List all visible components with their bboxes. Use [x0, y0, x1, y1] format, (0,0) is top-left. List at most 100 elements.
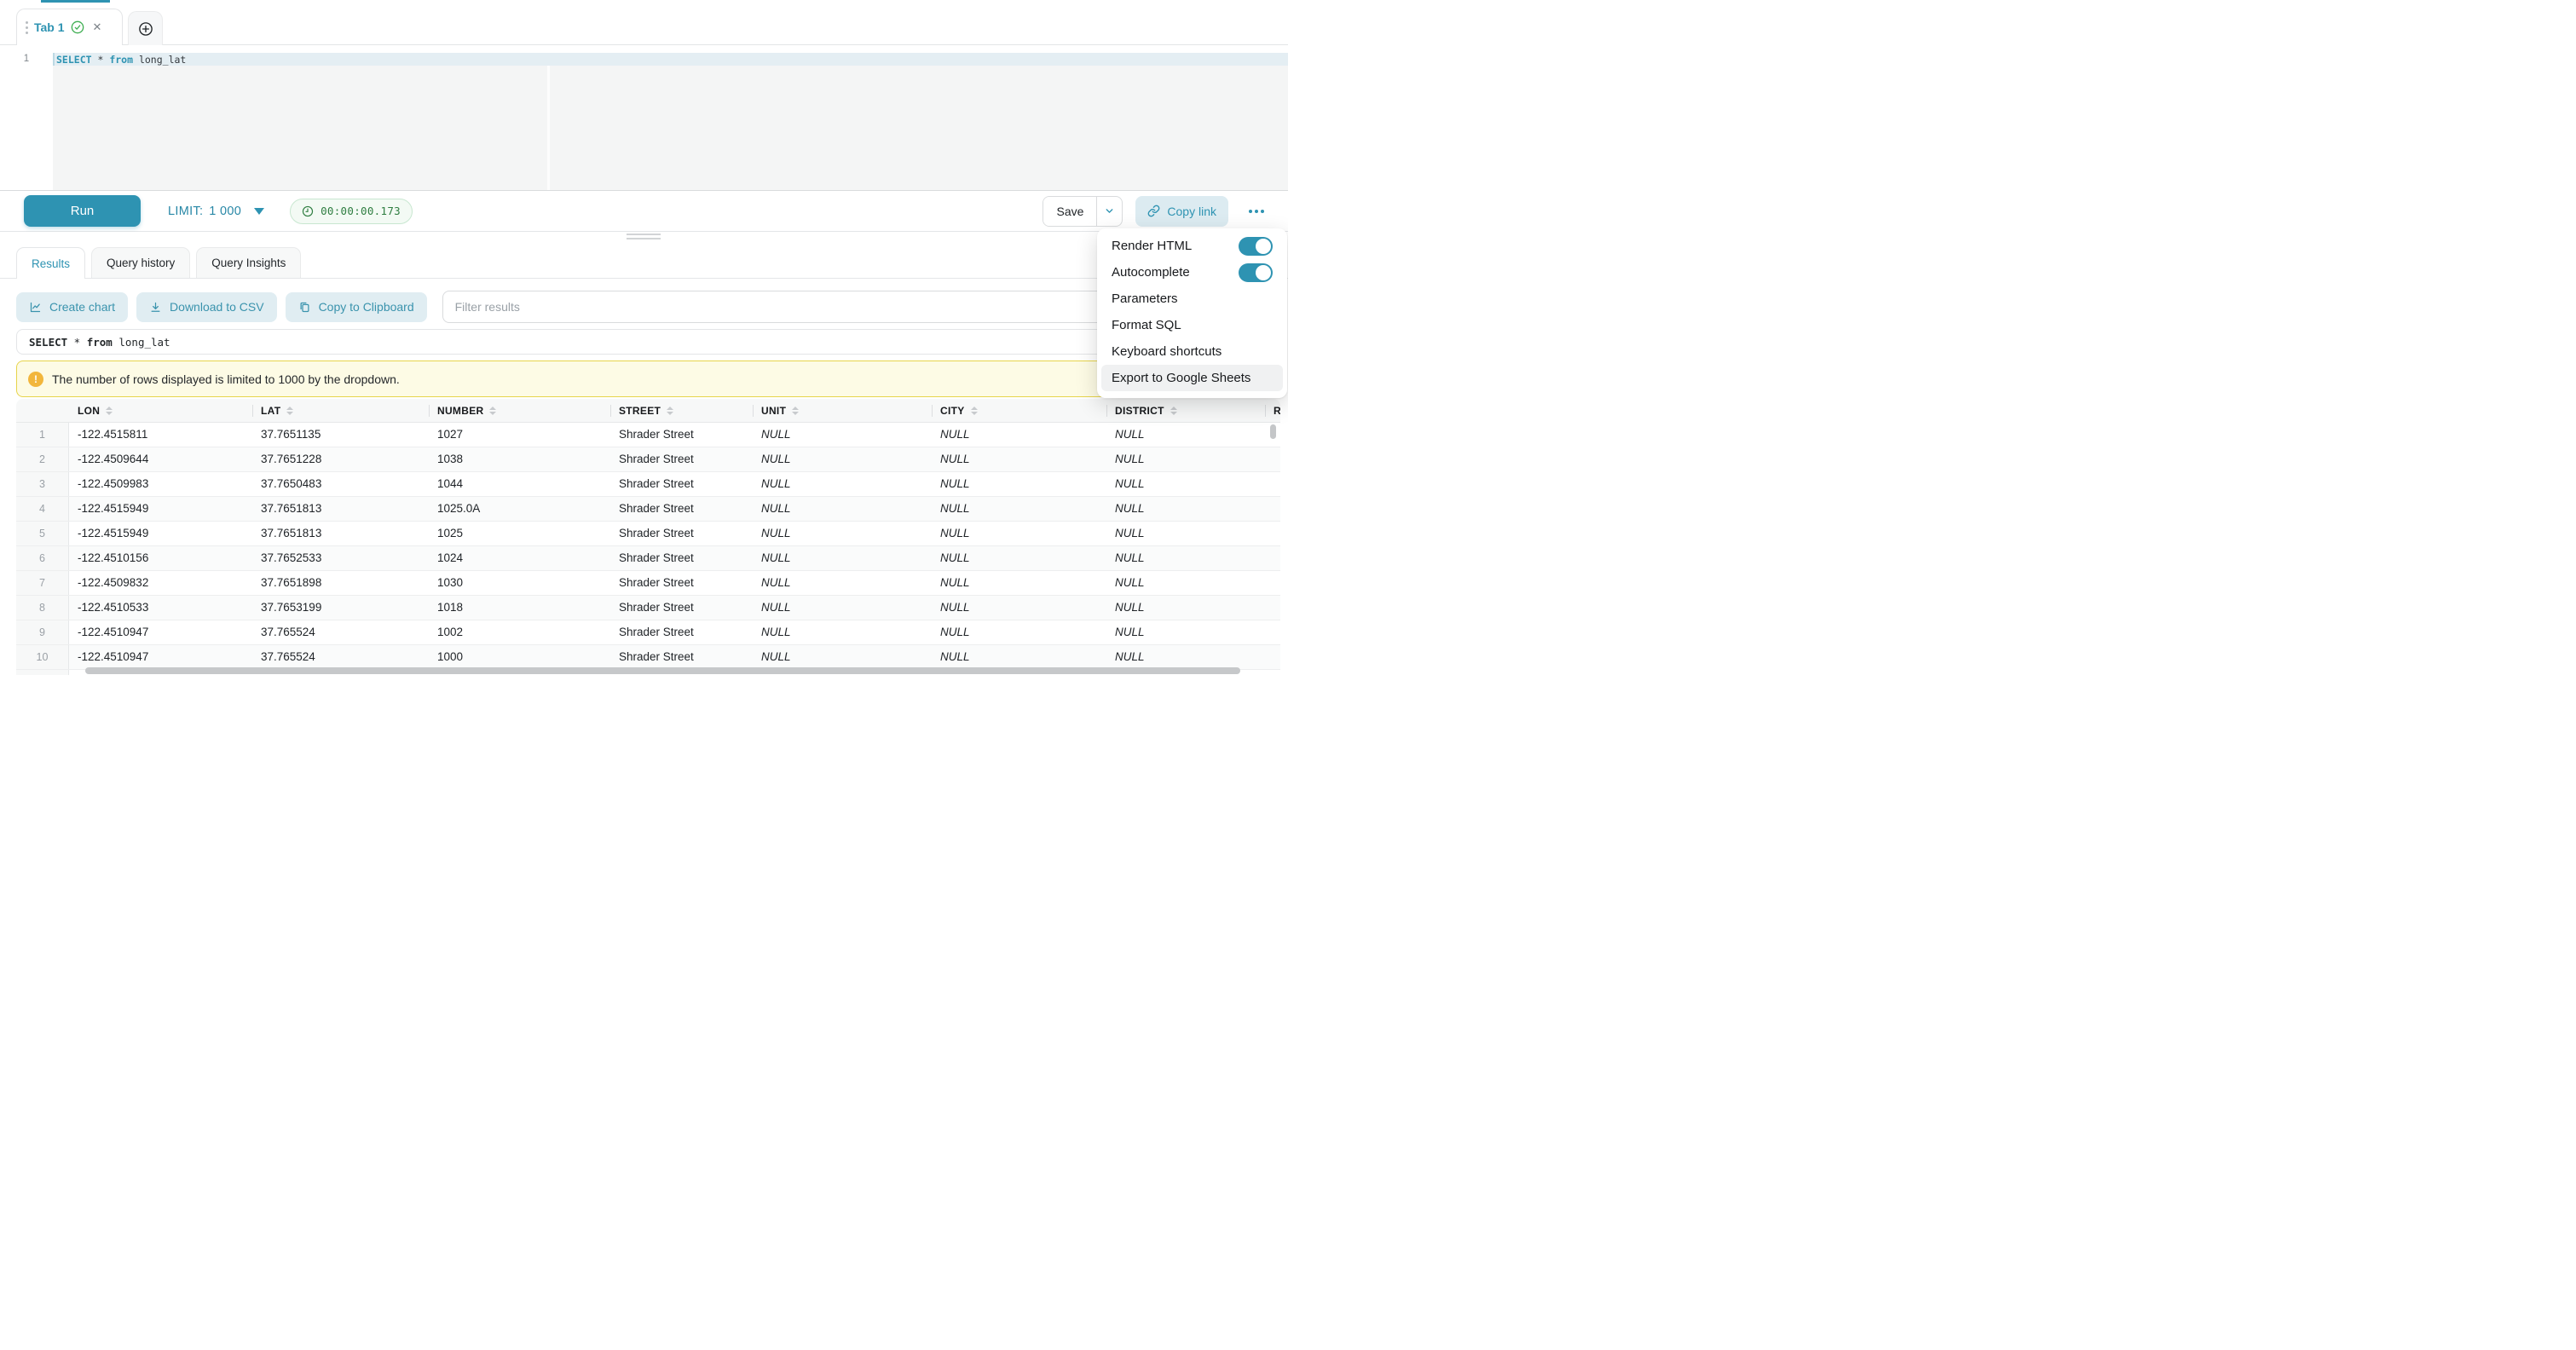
warning-text: The number of rows displayed is limited …	[52, 372, 400, 386]
table-cell: NULL	[932, 620, 1106, 644]
line-number: 1	[0, 53, 53, 66]
table-cell: NULL	[1106, 546, 1265, 570]
menu-item-keyboard-shortcuts[interactable]: Keyboard shortcuts	[1101, 338, 1283, 365]
copy-clipboard-button[interactable]: Copy to Clipboard	[286, 292, 427, 322]
drag-dots-icon[interactable]	[26, 21, 28, 34]
menu-item-autocomplete[interactable]: Autocomplete	[1101, 259, 1283, 286]
table-cell: Shrader Street	[610, 522, 753, 545]
table-cell: Shrader Street	[610, 447, 753, 471]
elapsed-time-badge: 00:00:00.173	[290, 199, 413, 224]
column-header-city[interactable]: CITY	[932, 399, 1106, 422]
row-number: 3	[16, 472, 69, 496]
run-button[interactable]: Run	[24, 195, 141, 227]
table-cell: NULL	[1106, 497, 1265, 521]
table-cell: Shrader Street	[610, 497, 753, 521]
chevron-down-icon	[1104, 205, 1115, 216]
options-menu: Render HTML Autocomplete Parameters Form…	[1097, 228, 1287, 398]
copy-icon	[298, 301, 311, 314]
table-cell: 37.765524	[252, 645, 429, 669]
table-cell: 37.7652533	[252, 546, 429, 570]
table-cell: 1025.0A	[429, 497, 610, 521]
create-chart-label: Create chart	[49, 300, 115, 314]
table-cell: -122.4515949	[69, 522, 252, 545]
new-tab-button[interactable]	[128, 11, 163, 45]
table-cell: -122.4510947	[69, 620, 252, 644]
table-cell: 37.7651813	[252, 497, 429, 521]
table-cell: NULL	[753, 571, 932, 595]
tab-1[interactable]: Tab 1 ✕	[16, 9, 123, 45]
render-html-toggle[interactable]	[1239, 237, 1273, 256]
table-cell: NULL	[932, 571, 1106, 595]
more-options-button[interactable]	[1244, 203, 1269, 220]
table-cell: 37.7651135	[252, 423, 429, 447]
table-cell: NULL	[932, 497, 1106, 521]
row-number: 4	[16, 497, 69, 521]
tab-query-insights[interactable]: Query Insights	[196, 247, 301, 278]
editor-empty-area[interactable]	[53, 66, 1288, 190]
menu-item-render-html[interactable]: Render HTML	[1101, 233, 1283, 259]
menu-item-format-sql[interactable]: Format SQL	[1101, 312, 1283, 338]
table-cell: 37.7651228	[252, 447, 429, 471]
column-header-lon[interactable]: LON	[69, 399, 252, 422]
table-cell: NULL	[753, 645, 932, 669]
download-icon	[149, 301, 162, 314]
menu-item-parameters[interactable]: Parameters	[1101, 286, 1283, 312]
create-chart-button[interactable]: Create chart	[16, 292, 128, 322]
close-tab-icon[interactable]: ✕	[93, 20, 102, 34]
row-number: 9	[16, 620, 69, 644]
row-number: 6	[16, 546, 69, 570]
autocomplete-toggle[interactable]	[1239, 263, 1273, 282]
table-cell: 37.7651813	[252, 522, 429, 545]
sql-text: *	[67, 336, 87, 349]
table-cell: NULL	[1106, 596, 1265, 620]
table-cell: NULL	[932, 472, 1106, 496]
clock-icon	[302, 205, 314, 217]
limit-dropdown[interactable]: LIMIT: 1 000	[168, 205, 264, 218]
column-header-lat[interactable]: LAT	[252, 399, 429, 422]
table-cell: Shrader Street	[610, 571, 753, 595]
sql-editor: 1 SELECT * from long_lat	[0, 45, 1288, 191]
table-row: 4-122.451594937.76518131025.0AShrader St…	[16, 497, 1280, 522]
sql-text: long_lat	[133, 54, 186, 66]
table-row: 3-122.450998337.76504831044Shrader Stree…	[16, 472, 1280, 497]
sql-keyword: from	[109, 54, 133, 66]
vertical-scrollbar-thumb[interactable]	[1270, 424, 1276, 439]
table-cell: 1000	[429, 645, 610, 669]
column-header-region[interactable]: RE	[1265, 399, 1280, 422]
table-cell: NULL	[1106, 571, 1265, 595]
row-number: 2	[16, 447, 69, 471]
table-cell: Shrader Street	[610, 596, 753, 620]
table-cell: 1030	[429, 571, 610, 595]
horizontal-scrollbar-thumb[interactable]	[85, 667, 1240, 674]
sort-icon	[667, 407, 673, 415]
row-number: 7	[16, 571, 69, 595]
column-header-number[interactable]: NUMBER	[429, 399, 610, 422]
tab-results[interactable]: Results	[16, 247, 85, 279]
table-cell: NULL	[932, 522, 1106, 545]
save-split-button: Save	[1043, 196, 1123, 227]
tab-query-history[interactable]: Query history	[91, 247, 190, 278]
row-number: 1	[16, 423, 69, 447]
table-cell: Shrader Street	[610, 423, 753, 447]
column-header-unit[interactable]: UNIT	[753, 399, 932, 422]
top-accent-bar	[41, 0, 110, 3]
pane-resize-handle[interactable]	[627, 234, 661, 242]
save-options-chevron[interactable]	[1096, 197, 1122, 226]
download-csv-button[interactable]: Download to CSV	[136, 292, 277, 322]
copy-link-button[interactable]: Copy link	[1135, 196, 1228, 227]
sort-icon	[971, 407, 978, 415]
table-cell: NULL	[932, 546, 1106, 570]
table-cell: 1025	[429, 522, 610, 545]
table-cell: -122.4510947	[69, 645, 252, 669]
results-tab-bar: Results Query history Query Insights	[0, 247, 1288, 279]
table-cell: 37.7653199	[252, 596, 429, 620]
column-header-street[interactable]: STREET	[610, 399, 753, 422]
save-button[interactable]: Save	[1043, 197, 1096, 226]
limit-value: 1 000	[209, 205, 241, 218]
editor-active-line[interactable]: SELECT * from long_lat	[53, 53, 1288, 66]
run-toolbar: Run LIMIT: 1 000 00:00:00.173 Save Copy …	[0, 191, 1288, 232]
column-header-district[interactable]: DISTRICT	[1106, 399, 1265, 422]
table-cell: 1002	[429, 620, 610, 644]
table-row: 2-122.450964437.76512281038Shrader Stree…	[16, 447, 1280, 472]
menu-item-export-google-sheets[interactable]: Export to Google Sheets	[1101, 365, 1283, 391]
